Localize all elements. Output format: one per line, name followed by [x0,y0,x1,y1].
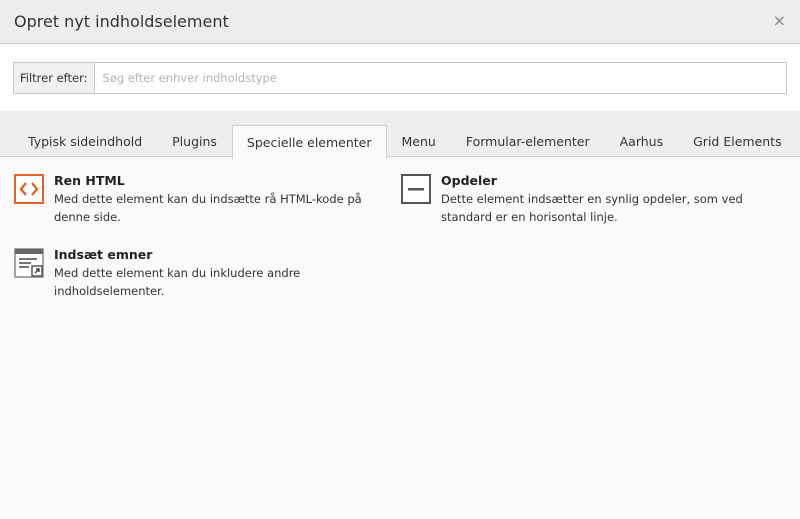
filter-area: Filtrer efter: [0,45,800,111]
modal-header: Opret nyt indholdselement × [0,0,800,44]
tab-aarhus[interactable]: Aarhus [605,125,679,157]
content-element-divider[interactable]: Opdeler Dette element indsætter en synli… [401,173,771,226]
tab-content: Ren HTML Med dette element kan du indsæt… [0,157,800,519]
item-title: Indsæt emner [54,247,153,262]
filter-group: Filtrer efter: [13,62,787,94]
html-code-icon [14,174,44,204]
tab-typisk-sideindhold[interactable]: Typisk sideindhold [13,125,157,157]
tab-bar: Typisk sideindhold Plugins Specielle ele… [0,111,800,159]
tab-formular-elementer[interactable]: Formular-elementer [451,125,605,157]
filter-label: Filtrer efter: [14,63,95,93]
content-element-insert-records[interactable]: Indsæt emner Med dette element kan du in… [14,247,384,300]
item-text: Opdeler Dette element indsætter en synli… [441,173,771,226]
modal-title: Opret nyt indholdselement [14,12,229,31]
item-text: Indsæt emner Med dette element kan du in… [54,247,384,300]
item-title: Opdeler [441,173,497,188]
tab-plugins[interactable]: Plugins [157,125,232,157]
tabs: Typisk sideindhold Plugins Specielle ele… [13,125,797,159]
filter-search-input[interactable] [94,63,786,93]
item-description: Med dette element kan du indsætte rå HTM… [54,192,362,224]
close-button[interactable]: × [773,11,786,31]
insert-records-icon [14,248,44,278]
tab-menu[interactable]: Menu [387,125,451,157]
tab-specielle-elementer[interactable]: Specielle elementer [231,125,387,159]
item-title: Ren HTML [54,173,125,188]
item-text: Ren HTML Med dette element kan du indsæt… [54,173,384,226]
content-element-html[interactable]: Ren HTML Med dette element kan du indsæt… [14,173,384,226]
divider-icon [401,174,431,204]
item-description: Dette element indsætter en synlig opdele… [441,192,743,224]
new-content-element-modal: Opret nyt indholdselement × Filtrer efte… [0,0,800,519]
item-description: Med dette element kan du inkludere andre… [54,266,301,298]
tab-grid-elements[interactable]: Grid Elements [678,125,796,157]
